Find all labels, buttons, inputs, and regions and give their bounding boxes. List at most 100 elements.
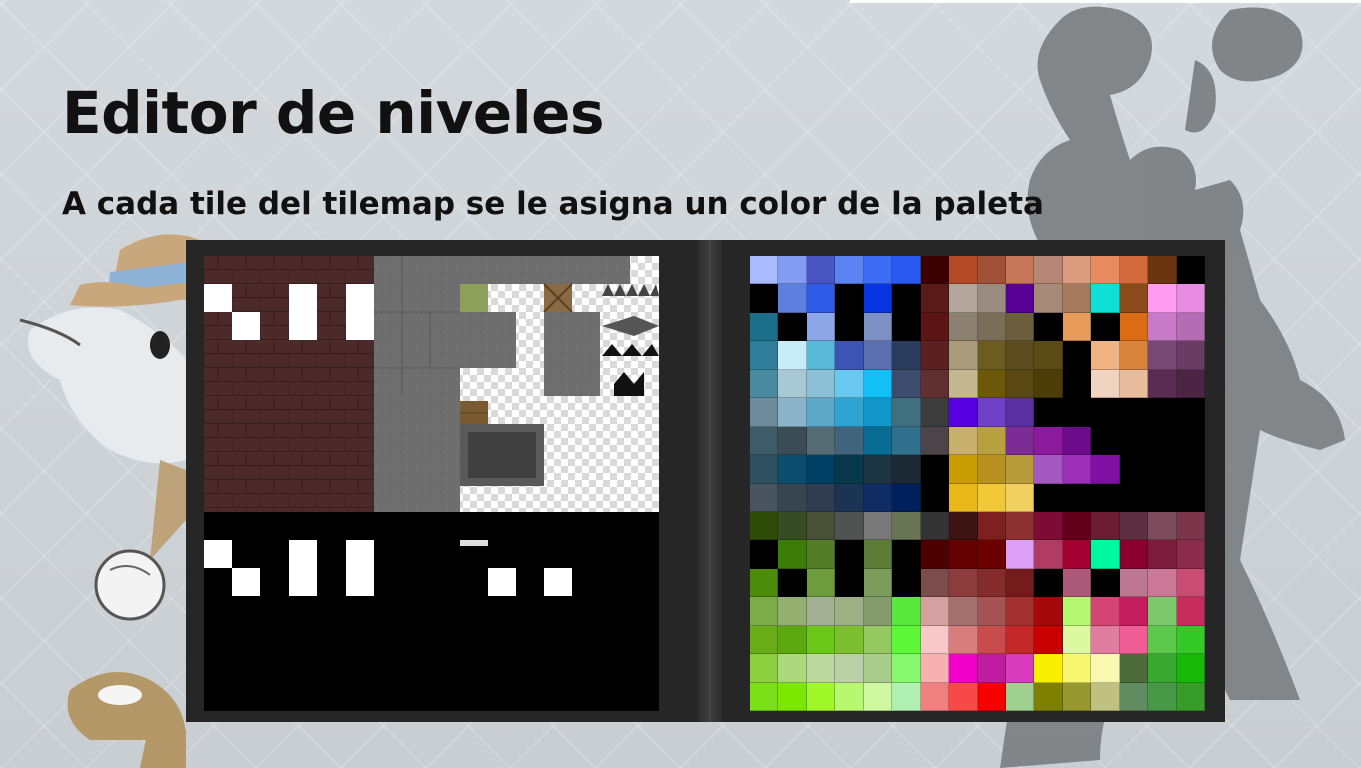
palette-swatch (806, 511, 836, 541)
palette-swatch (750, 511, 779, 541)
palette-swatch (920, 256, 950, 285)
palette-swatch (1176, 256, 1205, 285)
palette-swatch (1148, 369, 1177, 399)
palette-swatch (806, 369, 836, 399)
palette-swatch (920, 511, 950, 541)
palette-swatch (863, 682, 893, 711)
slide-subtitle: A cada tile del tilemap se le asigna un … (62, 186, 1044, 222)
palette-swatch (863, 455, 893, 484)
palette-swatch (806, 426, 836, 456)
palette-swatch (835, 483, 864, 512)
palette-swatch (949, 682, 978, 711)
palette-swatch (1119, 341, 1149, 370)
palette-swatch (1005, 625, 1035, 655)
palette-swatch (835, 341, 864, 370)
palette-swatch (1034, 426, 1063, 456)
palette-swatch (1148, 682, 1177, 711)
palette-swatch (863, 398, 893, 427)
palette-swatch (1034, 654, 1063, 683)
palette-swatch (920, 312, 950, 342)
palette-swatch (863, 483, 893, 512)
palette-swatch (920, 568, 950, 598)
palette-swatch (920, 369, 950, 399)
tile-graphics (204, 256, 659, 711)
palette-swatch (920, 341, 950, 370)
palette-swatch (1091, 256, 1120, 285)
palette-swatch (1005, 682, 1035, 711)
palette-swatch (949, 597, 978, 626)
palette-swatch (1091, 483, 1120, 512)
palette-swatch (949, 312, 978, 342)
palette-swatch (977, 568, 1006, 598)
palette-swatch (778, 483, 807, 512)
palette-swatch (863, 312, 893, 342)
palette-swatch (1148, 540, 1177, 569)
palette-swatch (1062, 341, 1092, 370)
palette-swatch (1119, 455, 1149, 484)
palette-swatch (1119, 540, 1149, 569)
palette-swatch (750, 312, 779, 342)
palette-swatch (1005, 568, 1035, 598)
palette-swatch (977, 284, 1006, 313)
palette-swatch (778, 511, 807, 541)
palette-swatch (1176, 625, 1205, 655)
palette-swatch (1005, 256, 1035, 285)
palette-swatch (806, 625, 836, 655)
palette-swatch (1005, 284, 1035, 313)
palette-swatch (1034, 682, 1063, 711)
palette-swatch (750, 369, 779, 399)
palette-swatch (1148, 597, 1177, 626)
palette-swatch (863, 654, 893, 683)
palette-swatch (1176, 312, 1205, 342)
palette-swatch (1091, 511, 1120, 541)
palette-swatch (1062, 682, 1092, 711)
palette-swatch (863, 625, 893, 655)
palette-swatch (1005, 455, 1035, 484)
palette-swatch (1034, 483, 1063, 512)
palette-swatch (920, 284, 950, 313)
palette-swatch (949, 369, 978, 399)
palette-swatch (1034, 256, 1063, 285)
palette-swatch (920, 398, 950, 427)
palette-swatch (835, 426, 864, 456)
palette-swatch (1148, 398, 1177, 427)
palette-swatch (835, 369, 864, 399)
palette-swatch (1062, 398, 1092, 427)
palette-swatch (1119, 511, 1149, 541)
palette-swatch (1148, 284, 1177, 313)
palette-swatch (949, 654, 978, 683)
palette-swatch (750, 625, 779, 655)
palette-swatch (1119, 568, 1149, 598)
palette-swatch (835, 682, 864, 711)
palette-swatch (892, 625, 921, 655)
palette-swatch (977, 312, 1006, 342)
palette-swatch (835, 455, 864, 484)
palette-swatch (892, 540, 921, 569)
palette-swatch (1091, 568, 1120, 598)
palette-swatch (1119, 369, 1149, 399)
palette-swatch (1062, 511, 1092, 541)
palette-swatch (1034, 341, 1063, 370)
palette-swatch (977, 682, 1006, 711)
palette-swatch (1176, 284, 1205, 313)
palette-swatch (949, 625, 978, 655)
palette-swatch (1034, 540, 1063, 569)
palette-swatch (949, 398, 978, 427)
palette-swatch (920, 483, 950, 512)
palette-swatch (1005, 398, 1035, 427)
palette-swatch (1091, 682, 1120, 711)
palette-swatch (977, 654, 1006, 683)
palette-swatch (920, 625, 950, 655)
palette-swatch (1148, 654, 1177, 683)
palette-swatch (1062, 568, 1092, 598)
palette-swatch (778, 398, 807, 427)
palette-swatch (892, 369, 921, 399)
palette-swatch (1119, 256, 1149, 285)
palette-swatch (1119, 426, 1149, 456)
palette-swatch (1005, 511, 1035, 541)
palette-swatch (892, 568, 921, 598)
palette-swatch (1148, 511, 1177, 541)
palette-swatch (892, 682, 921, 711)
palette-swatch (1034, 455, 1063, 484)
palette-swatch (1119, 312, 1149, 342)
